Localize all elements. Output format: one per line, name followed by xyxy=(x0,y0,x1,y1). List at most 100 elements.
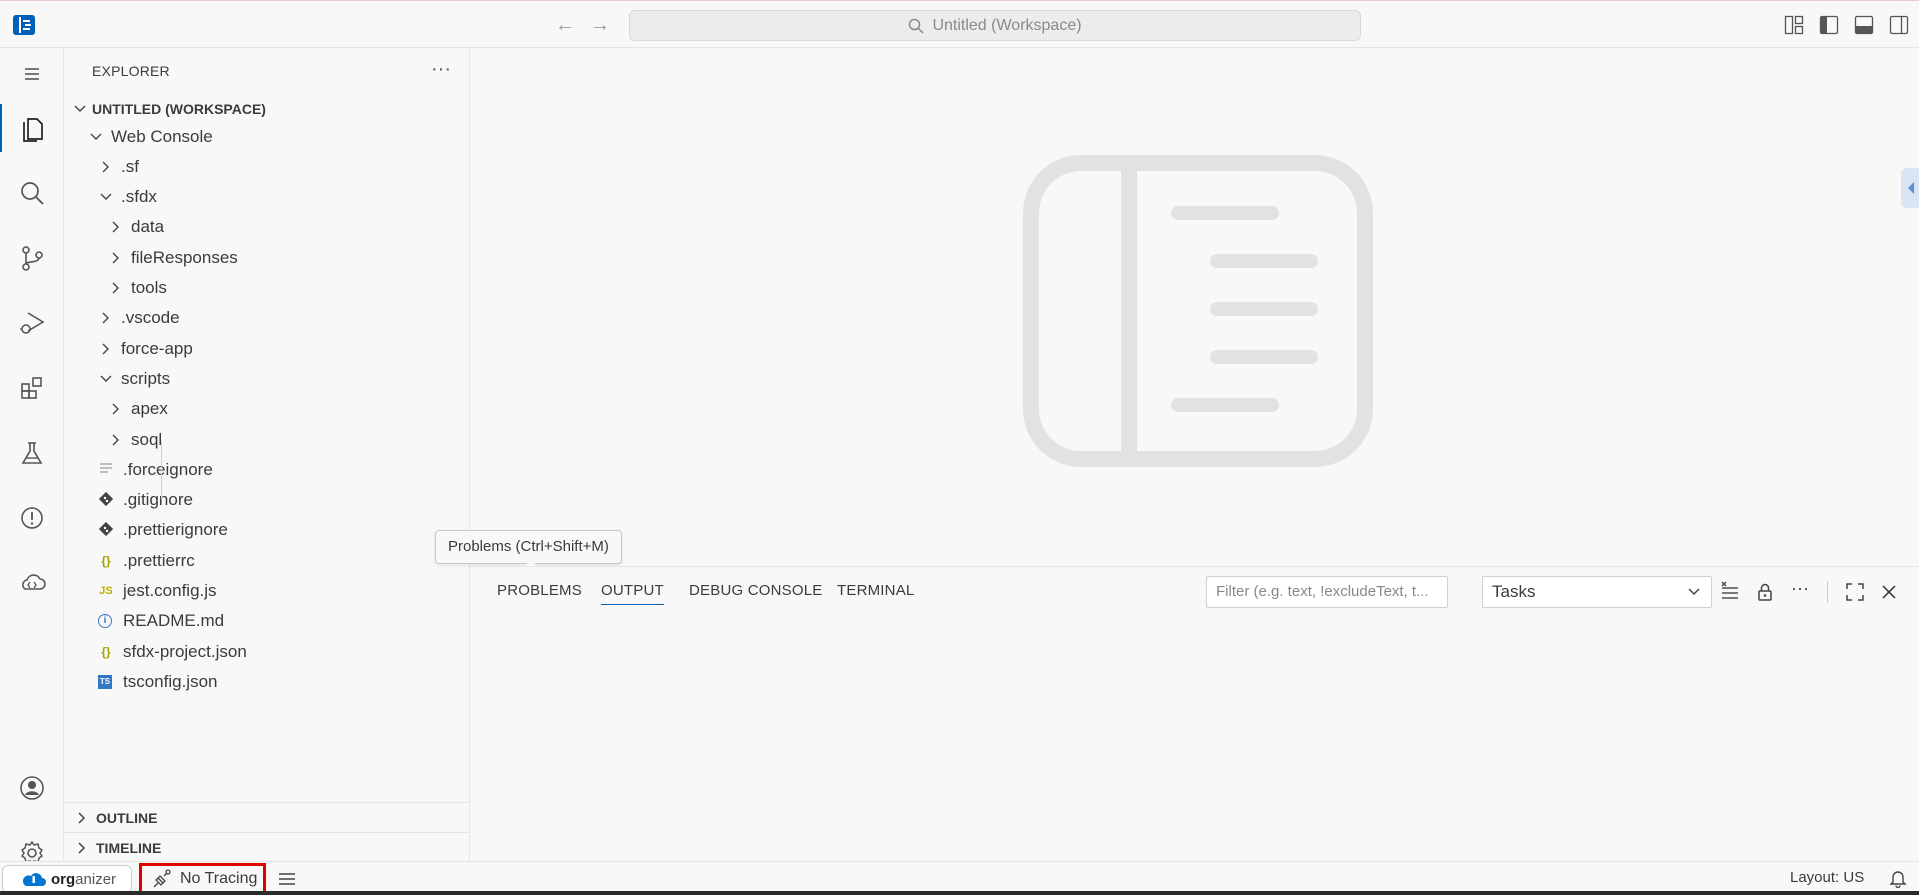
flask-icon xyxy=(21,442,43,464)
source-control-icon xyxy=(22,246,43,271)
folder-item[interactable]: scripts xyxy=(64,364,469,393)
file-item[interactable]: {} .prettierrc xyxy=(64,546,469,575)
problems-tooltip: Problems (Ctrl+Shift+M) xyxy=(435,530,622,564)
org-picker-button[interactable]: org anizer xyxy=(2,865,132,893)
tab-terminal[interactable]: TERMINAL xyxy=(837,582,914,599)
account-icon xyxy=(20,776,44,800)
chevron-right-icon xyxy=(102,343,109,355)
search-icon xyxy=(21,182,44,205)
lines-icon xyxy=(98,461,114,478)
file-item[interactable]: .prettierignore xyxy=(64,516,469,545)
chevron-right-icon xyxy=(112,282,119,294)
outline-section[interactable]: OUTLINE xyxy=(64,802,469,832)
bell-icon[interactable] xyxy=(1888,868,1908,888)
toggle-secondary-sidebar-icon[interactable] xyxy=(1889,15,1909,35)
tree-item-label: scripts xyxy=(121,368,171,388)
extensions-view-button[interactable] xyxy=(0,364,64,412)
bottom-panel: PROBLEMS OUTPUT DEBUG CONSOLE TERMINAL F… xyxy=(470,566,1919,861)
folder-item[interactable]: .vscode xyxy=(64,304,469,333)
git-icon xyxy=(98,521,114,539)
output-channel-select[interactable]: Tasks xyxy=(1482,576,1712,608)
folder-item[interactable]: Web Console xyxy=(64,122,469,151)
tree-item-label: data xyxy=(131,217,165,237)
workspace-title: UNTITLED (WORKSPACE) xyxy=(92,101,266,117)
app-logo-icon xyxy=(13,15,35,35)
chevron-right-icon xyxy=(102,161,109,173)
tree-item-label: fileResponses xyxy=(131,247,238,267)
folder-item[interactable]: .sfdx xyxy=(64,183,469,212)
folder-item[interactable]: fileResponses xyxy=(64,243,469,272)
problems-view-button[interactable] xyxy=(0,494,64,542)
tree-item-label: .vscode xyxy=(121,308,180,328)
cloud-code-icon xyxy=(22,574,46,590)
command-center-label: Untitled (Workspace) xyxy=(932,16,1082,34)
maximize-panel-icon[interactable] xyxy=(1844,581,1866,603)
tree-item-label: README.md xyxy=(123,611,225,631)
tree-item-label: apex xyxy=(131,399,168,419)
file-item[interactable]: JS jest.config.js xyxy=(64,577,469,606)
panel-more-actions-icon[interactable]: ··· xyxy=(1789,577,1811,599)
tracing-label: No Tracing xyxy=(180,870,258,887)
list-menu-icon[interactable] xyxy=(276,868,298,890)
command-center-search[interactable]: Untitled (Workspace) xyxy=(629,10,1361,41)
chevron-right-icon xyxy=(112,434,119,445)
file-item[interactable]: TS tsconfig.json xyxy=(64,667,469,696)
file-item[interactable]: .gitignore xyxy=(64,486,469,515)
workspace-header[interactable]: UNTITLED (WORKSPACE) xyxy=(64,98,469,120)
chevron-right-icon xyxy=(112,252,119,264)
chevron-down-icon xyxy=(100,375,112,382)
folder-item[interactable]: .sf xyxy=(64,152,469,181)
braces-icon: {} xyxy=(101,644,111,659)
indent-guide xyxy=(161,441,162,499)
folder-item[interactable]: apex xyxy=(64,395,469,424)
app-watermark-logo xyxy=(1023,155,1373,467)
activity-bar xyxy=(0,48,64,866)
chevron-down-icon xyxy=(1688,588,1700,596)
info-icon: i xyxy=(98,614,112,629)
chevron-down-icon xyxy=(100,193,112,201)
tree-item-label: jest.config.js xyxy=(123,581,217,600)
output-filter-input[interactable]: Filter (e.g. text, !excludeText, t... xyxy=(1206,576,1448,608)
toggle-panel-icon[interactable] xyxy=(1854,15,1874,35)
testing-view-button[interactable] xyxy=(0,429,64,477)
clear-output-icon[interactable] xyxy=(1719,581,1741,603)
toggle-primary-sidebar-icon[interactable] xyxy=(1819,15,1839,35)
accounts-button[interactable] xyxy=(0,764,64,812)
file-item[interactable]: {} sfdx-project.json xyxy=(64,637,469,666)
folder-item[interactable]: force-app xyxy=(64,334,469,363)
folder-item[interactable]: soql xyxy=(64,425,469,454)
hamburger-menu-icon xyxy=(25,68,39,80)
file-item[interactable]: i README.md xyxy=(64,607,469,636)
tab-problems[interactable]: PROBLEMS xyxy=(497,582,582,599)
tab-debug-console[interactable]: DEBUG CONSOLE xyxy=(689,582,822,599)
explorer-more-actions-icon[interactable]: ··· xyxy=(431,58,451,81)
file-item[interactable]: .forceignore xyxy=(64,455,469,484)
keyboard-layout-status[interactable]: Layout: US xyxy=(1790,869,1864,886)
back-arrow-icon[interactable]: ← xyxy=(553,13,577,37)
secondary-sidebar-toggle-tab[interactable] xyxy=(1901,168,1919,208)
search-view-button[interactable] xyxy=(0,169,64,217)
customize-layout-icon[interactable] xyxy=(1784,15,1804,35)
folder-item[interactable]: data xyxy=(64,213,469,242)
lock-icon[interactable] xyxy=(1754,581,1776,603)
menu-button[interactable] xyxy=(0,50,64,98)
close-icon[interactable] xyxy=(1878,581,1900,603)
title-bar: ← → Untitled (Workspace) xyxy=(0,0,1919,48)
run-debug-view-button[interactable] xyxy=(0,299,64,347)
explorer-title: EXPLORER xyxy=(92,63,170,79)
tree-item-label: tools xyxy=(131,278,167,297)
tab-output[interactable]: OUTPUT xyxy=(601,582,664,605)
timeline-section[interactable]: TIMELINE xyxy=(64,832,469,862)
salesforce-org-browser-button[interactable] xyxy=(0,559,64,607)
source-control-view-button[interactable] xyxy=(0,234,64,282)
forward-arrow-icon[interactable]: → xyxy=(588,13,612,37)
explorer-view-button[interactable] xyxy=(0,104,64,152)
tree-item-label: sfdx-project.json xyxy=(123,641,247,661)
chevron-right-icon xyxy=(112,221,119,233)
ts-icon: TS xyxy=(98,674,112,689)
warning-circle-icon xyxy=(21,507,43,529)
taskbar-edge xyxy=(0,891,1919,895)
chevron-right-icon xyxy=(78,841,86,854)
folder-item[interactable]: tools xyxy=(64,274,469,303)
chevron-right-icon xyxy=(112,403,119,415)
